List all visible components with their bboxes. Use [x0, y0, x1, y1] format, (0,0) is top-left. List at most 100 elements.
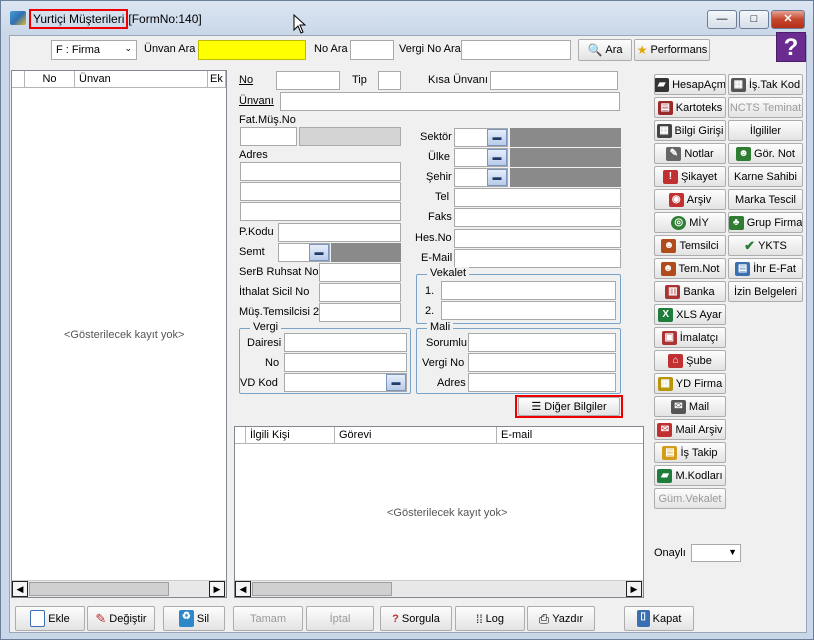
- column-header-ek[interactable]: Ek: [208, 71, 226, 88]
- hes-no-field[interactable]: [454, 229, 621, 248]
- hesapacm-button[interactable]: ▰ HesapAçm: [654, 74, 726, 95]
- pkodu-field[interactable]: [278, 223, 401, 242]
- vd-kod-lookup-icon[interactable]: ▬: [386, 374, 406, 391]
- vergi-dairesi-field[interactable]: [284, 333, 407, 352]
- contact-grid[interactable]: İlgili Kişi Görevi E-mail <Gösterilecek …: [234, 426, 644, 598]
- column-header-unvan[interactable]: Ünvan: [75, 71, 208, 88]
- serb-ruhsat-field[interactable]: [319, 263, 401, 282]
- sehir-field[interactable]: ▬: [454, 168, 508, 187]
- ilgililer-button[interactable]: İlgililer: [728, 120, 803, 141]
- grup-firma-button[interactable]: ♣ Grup Firma: [728, 212, 803, 233]
- adres-line-2[interactable]: [240, 182, 401, 201]
- scroll-thumb[interactable]: [29, 582, 169, 596]
- scroll-left-arrow-icon[interactable]: ◀: [12, 581, 28, 597]
- notlar-button[interactable]: ✎ Notlar: [654, 143, 726, 164]
- adres-line-1[interactable]: [240, 162, 401, 181]
- search-button[interactable]: 🔍 Ara: [578, 39, 632, 61]
- mali-adres-field[interactable]: [468, 373, 616, 392]
- column-header-ilgili-kisi[interactable]: İlgili Kişi: [246, 427, 335, 444]
- tamam-button[interactable]: Tamam: [233, 606, 303, 631]
- marka-tescil-button[interactable]: Marka Tescil: [728, 189, 803, 210]
- adres-line-3[interactable]: [240, 202, 401, 221]
- contact-horizontal-scrollbar[interactable]: ◀ ▶: [235, 580, 643, 597]
- sil-button[interactable]: ♻ Sil: [163, 606, 225, 631]
- gor-not-button[interactable]: ☻ Gör. Not: [728, 143, 803, 164]
- gum-vekalet-button[interactable]: Güm.Vekalet: [654, 488, 726, 509]
- horizontal-scrollbar[interactable]: ◀ ▶: [12, 580, 226, 597]
- mail-button[interactable]: ✉ Mail: [654, 396, 726, 417]
- ncts-teminat-button[interactable]: NCTS Teminat: [728, 97, 803, 118]
- ekle-button[interactable]: Ekle: [15, 606, 85, 631]
- mus-temsilcisi-field[interactable]: [319, 303, 401, 322]
- semt-lookup-icon[interactable]: ▬: [309, 244, 329, 261]
- sikayet-button[interactable]: ! Şikayet: [654, 166, 726, 187]
- kapat-button[interactable]: ▯ Kapat: [624, 606, 694, 631]
- contact-scroll-left-arrow-icon[interactable]: ◀: [235, 581, 251, 597]
- tip-field[interactable]: [378, 71, 401, 90]
- vekalet-1-field[interactable]: [441, 281, 616, 300]
- tem-not-button[interactable]: ☻ Tem.Not: [654, 258, 726, 279]
- banka-button[interactable]: ▥ Banka: [654, 281, 726, 302]
- unvan-label: Ünvanı: [239, 95, 274, 107]
- unvan-search-input[interactable]: [198, 40, 306, 60]
- no-search-input[interactable]: [350, 40, 394, 60]
- contact-scroll-thumb[interactable]: [252, 582, 392, 596]
- is-takip-button[interactable]: ▤ İş Takip: [654, 442, 726, 463]
- kisa-unvan-field[interactable]: [490, 71, 618, 90]
- column-header-no[interactable]: No: [25, 71, 75, 88]
- kartoteks-button[interactable]: ▤ Kartoteks: [654, 97, 726, 118]
- temsilci-button[interactable]: ☻ Temsilci: [654, 235, 726, 256]
- maximize-button[interactable]: □: [739, 10, 769, 29]
- ihr-e-fat-button[interactable]: ▤ İhr E-Fat: [728, 258, 803, 279]
- ulke-field[interactable]: ▬: [454, 148, 508, 167]
- contact-scroll-right-arrow-icon[interactable]: ▶: [626, 581, 642, 597]
- sorgula-button[interactable]: ? Sorgula: [380, 606, 452, 631]
- karne-sahibi-button[interactable]: Karne Sahibi: [728, 166, 803, 187]
- degistir-button[interactable]: ✎ Değiştir: [87, 606, 155, 631]
- vekalet-2-field[interactable]: [441, 301, 616, 320]
- customer-list-grid[interactable]: No Ünvan Ek <Gösterilecek kayıt yok> ◀ ▶: [11, 70, 227, 598]
- column-header-email[interactable]: E-mail: [497, 427, 643, 444]
- ykts-button[interactable]: ✔ YKTS: [728, 235, 803, 256]
- minimize-button[interactable]: —: [707, 10, 737, 29]
- imalatci-button[interactable]: ▣ İmalatçı: [654, 327, 726, 348]
- ulke-lookup-icon[interactable]: ▬: [487, 149, 507, 166]
- vd-kod-field[interactable]: ▬: [284, 373, 407, 392]
- help-button[interactable]: ?: [776, 32, 806, 62]
- onayli-select[interactable]: ▼: [691, 544, 741, 562]
- unvan-field[interactable]: [280, 92, 620, 111]
- mail-arsiv-button[interactable]: ✉ Mail Arşiv: [654, 419, 726, 440]
- arsiv-button[interactable]: ◉ Arşiv: [654, 189, 726, 210]
- izin-belgeleri-button[interactable]: İzin Belgeleri: [728, 281, 803, 302]
- mali-sorumlu-field[interactable]: [468, 333, 616, 352]
- vd-kod-label: VD Kod: [240, 377, 278, 389]
- performans-button[interactable]: ★ Performans: [634, 39, 710, 61]
- fat-mus-no-field[interactable]: [240, 127, 297, 146]
- vergi-no-field[interactable]: [284, 353, 407, 372]
- xls-ayar-button[interactable]: X XLS Ayar: [654, 304, 726, 325]
- sehir-lookup-icon[interactable]: ▬: [487, 169, 507, 186]
- miy-button[interactable]: ◎ MİY: [654, 212, 726, 233]
- sektor-lookup-icon[interactable]: ▬: [487, 129, 507, 146]
- close-button[interactable]: ✕: [771, 10, 805, 29]
- type-select[interactable]: F : Firma ⌄: [51, 40, 137, 60]
- sektor-field[interactable]: ▬: [454, 128, 508, 147]
- email-field[interactable]: [454, 249, 621, 268]
- scroll-right-arrow-icon[interactable]: ▶: [209, 581, 225, 597]
- is-tak-kod-button[interactable]: ▦ İş.Tak Kod: [728, 74, 803, 95]
- m-kodlari-button[interactable]: ▰ M.Kodları: [654, 465, 726, 486]
- sube-button[interactable]: ⌂ Şube: [654, 350, 726, 371]
- faks-field[interactable]: [454, 208, 621, 227]
- ithalat-sicil-field[interactable]: [319, 283, 401, 302]
- column-header-gorevi[interactable]: Görevi: [335, 427, 497, 444]
- bilgi-girisi-button[interactable]: ▦ Bilgi Girişi: [654, 120, 726, 141]
- yazdir-button[interactable]: ⎙ Yazdır: [527, 606, 595, 631]
- vergi-no-search-input[interactable]: [461, 40, 571, 60]
- log-button[interactable]: ⁞⁞ Log: [455, 606, 525, 631]
- iptal-button[interactable]: İptal: [306, 606, 374, 631]
- mali-vergi-no-field[interactable]: [468, 353, 616, 372]
- no-field[interactable]: [276, 71, 340, 90]
- semt-field[interactable]: ▬: [278, 243, 330, 262]
- tel-field[interactable]: [454, 188, 621, 207]
- yd-firma-button[interactable]: ▦ YD Firma: [654, 373, 726, 394]
